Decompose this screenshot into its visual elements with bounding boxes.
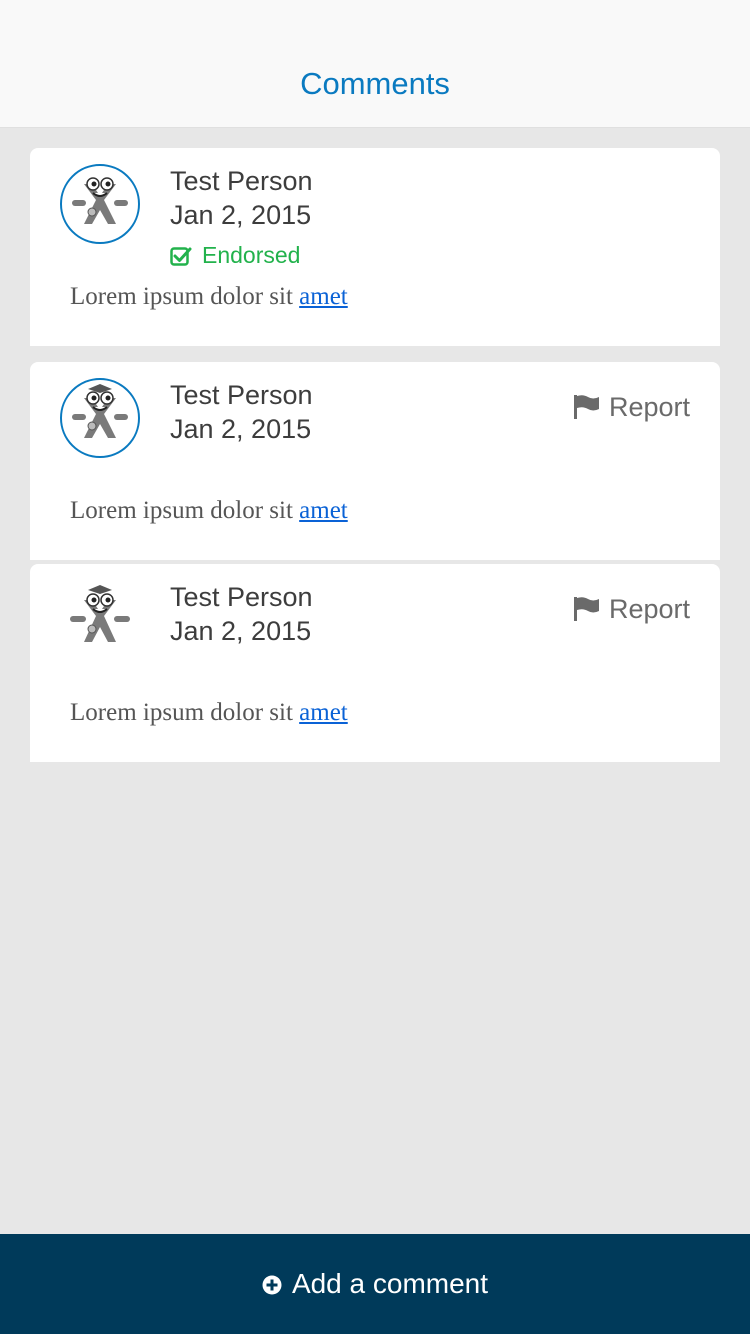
report-button[interactable]: Report — [573, 390, 690, 424]
comment-card: Test Person Jan 2, 2015 Endorsed Lorem i… — [30, 148, 720, 346]
comment-body-text: Lorem ipsum dolor sit — [70, 283, 300, 310]
comment-body: Lorem ipsum dolor sit amet — [70, 697, 348, 729]
comment-body: Lorem ipsum dolor sit amet — [70, 281, 348, 313]
add-comment-button[interactable]: Add a comment — [0, 1234, 750, 1334]
mascot-avatar-icon — [60, 164, 140, 244]
endorsed-badge: Endorsed — [170, 240, 300, 270]
comment-body-text: Lorem ipsum dolor sit — [70, 497, 300, 524]
comment-date: Jan 2, 2015 — [170, 200, 312, 230]
report-label: Report — [608, 594, 690, 624]
mascot-avatar-icon — [60, 378, 140, 458]
comment-body: Lorem ipsum dolor sit amet — [70, 495, 348, 527]
add-comment-label: Add a comment — [291, 1268, 489, 1299]
comment-date: Jan 2, 2015 — [170, 414, 312, 444]
checkbox-checked-icon — [170, 244, 192, 266]
endorsed-label: Endorsed — [202, 242, 301, 268]
comment-date: Jan 2, 2015 — [170, 616, 312, 646]
report-label: Report — [608, 392, 690, 422]
comment-author: Test Person — [170, 582, 313, 612]
comment-body-link[interactable]: amet — [299, 283, 348, 310]
comment-author: Test Person — [170, 166, 313, 196]
flag-icon — [573, 394, 601, 420]
mascot-avatar-icon — [60, 580, 140, 660]
comment-body-text: Lorem ipsum dolor sit — [70, 699, 300, 726]
comment-body-link[interactable]: amet — [299, 699, 348, 726]
comment-body-link[interactable]: amet — [299, 497, 348, 524]
plus-circle-icon — [262, 1270, 282, 1295]
report-button[interactable]: Report — [573, 592, 690, 626]
flag-icon — [573, 596, 601, 622]
comment-author: Test Person — [170, 380, 313, 410]
navigation-bar: Comments — [0, 0, 750, 128]
comment-card: Test Person Jan 2, 2015 Report Lorem ips… — [30, 564, 720, 762]
page-title: Comments — [300, 66, 450, 101]
comment-card: Test Person Jan 2, 2015 Report Lorem ips… — [30, 362, 720, 560]
